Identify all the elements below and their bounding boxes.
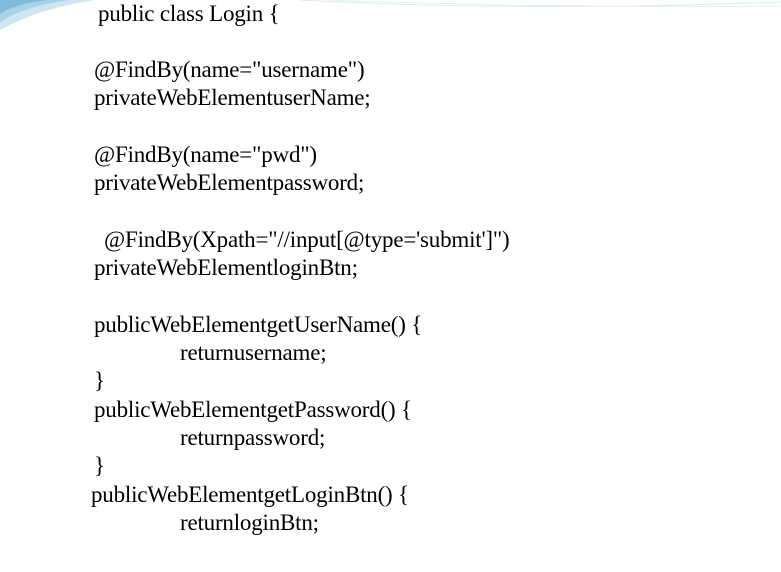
code-line-username-field: privateWebElementuserName; (94, 85, 371, 110)
code-line-findby-pwd: @FindBy(name="pwd") (94, 142, 317, 167)
code-block: public class Login { @FindBy(name="usern… (0, 0, 781, 572)
code-line-return-loginbtn: returnloginBtn; (180, 510, 319, 535)
code-line-return-password: returnpassword; (180, 425, 326, 450)
code-line-getpassword-method: publicWebElementgetPassword() { (94, 397, 412, 422)
code-line-password-field: privateWebElementpassword; (94, 170, 365, 195)
code-line-getusername-method: publicWebElementgetUserName() { (94, 312, 423, 337)
code-line-getloginbtn-method: publicWebElementgetLoginBtn() { (91, 482, 409, 507)
code-line-class-declaration: public class Login { (98, 1, 280, 26)
code-line-findby-username: @FindBy(name="username") (94, 57, 365, 82)
code-line-close-brace-2: } (94, 453, 105, 478)
code-line-return-username: returnusername; (180, 340, 327, 365)
code-line-loginbtn-field: privateWebElementloginBtn; (94, 255, 358, 280)
slide: public class Login { @FindBy(name="usern… (0, 0, 781, 572)
code-line-close-brace-1: } (94, 368, 105, 393)
code-line-findby-xpath: @FindBy(Xpath="//input[@type='submit']") (104, 227, 510, 252)
